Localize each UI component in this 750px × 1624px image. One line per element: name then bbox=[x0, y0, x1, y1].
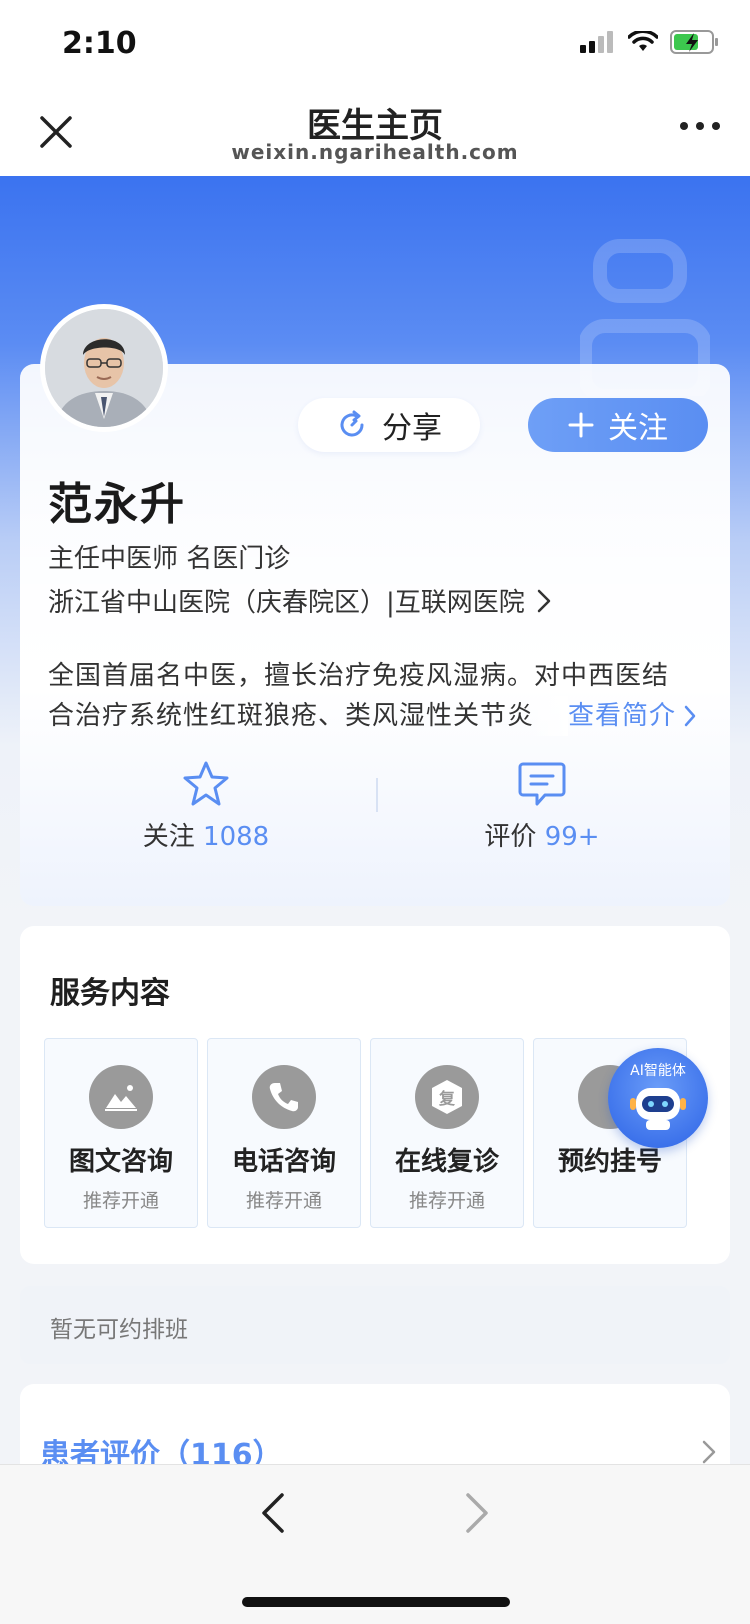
ai-agent-button[interactable]: AI智能体 bbox=[608, 1048, 708, 1148]
back-arrow-icon[interactable] bbox=[258, 1491, 288, 1535]
follow-stat-label: 关注 bbox=[142, 822, 195, 852]
service-name: 在线复诊 bbox=[394, 1147, 499, 1177]
intro-line-1: 全国首届名中医，擅长治疗免疫风湿病。对中西医结 bbox=[48, 661, 670, 691]
wifi-icon bbox=[628, 31, 658, 51]
service-status: 推荐开通 bbox=[408, 1190, 485, 1212]
service-name: 电话咨询 bbox=[231, 1147, 336, 1177]
share-button[interactable]: 分享 bbox=[298, 398, 480, 452]
star-icon bbox=[183, 761, 229, 806]
service-phone-consult[interactable]: 电话咨询 推荐开通 bbox=[207, 1038, 361, 1228]
schedule-status: 暂无可约排班 bbox=[50, 1317, 188, 1343]
battery-charging-icon bbox=[670, 30, 718, 54]
comment-icon bbox=[518, 762, 566, 806]
service-image-text-consult[interactable]: 图文咨询 推荐开通 bbox=[44, 1038, 198, 1228]
phone-icon bbox=[252, 1065, 316, 1129]
doctor-name: 范永升 bbox=[48, 479, 186, 530]
doctor-hospital-link[interactable]: 浙江省中山医院（庆春院区）|互联网医院 bbox=[48, 582, 551, 619]
robot-icon bbox=[630, 1088, 686, 1130]
revisit-icon: 复 bbox=[415, 1065, 479, 1129]
follow-button[interactable]: 关注 bbox=[528, 398, 708, 452]
status-bar: 2:10 bbox=[0, 0, 750, 88]
share-label: 分享 bbox=[382, 411, 442, 446]
review-stat[interactable]: 评价 99+ bbox=[442, 760, 642, 853]
service-name: 图文咨询 bbox=[68, 1147, 173, 1177]
doctor-photo bbox=[45, 309, 163, 427]
services-title: 服务内容 bbox=[50, 976, 170, 1011]
forward-arrow-icon[interactable] bbox=[462, 1491, 492, 1535]
review-stat-text: 评价 99+ bbox=[442, 816, 642, 853]
view-intro-label: 查看简介 bbox=[568, 701, 677, 731]
home-indicator bbox=[242, 1597, 510, 1607]
schedule-card: 暂无可约排班 bbox=[20, 1286, 730, 1364]
status-time: 2:10 bbox=[62, 26, 137, 61]
plus-icon bbox=[568, 412, 594, 438]
service-status: 推荐开通 bbox=[82, 1190, 159, 1212]
chevron-right-icon bbox=[702, 1440, 716, 1464]
status-icons bbox=[580, 30, 720, 54]
browser-bottom-bar bbox=[0, 1464, 750, 1624]
view-intro-link[interactable]: 查看简介 bbox=[568, 696, 696, 736]
intro-line-2: 合治疗系统性红斑狼疮、类风湿性关节炎 查看简介 bbox=[48, 696, 708, 736]
share-icon bbox=[340, 410, 364, 437]
doctor-avatar[interactable] bbox=[40, 304, 168, 432]
page-domain: weixin.ngarihealth.com bbox=[231, 140, 519, 164]
chevron-right-icon bbox=[537, 589, 551, 612]
cellular-signal-icon bbox=[580, 31, 613, 53]
follow-stat[interactable]: 关注 1088 bbox=[106, 760, 306, 853]
stats-divider bbox=[376, 778, 378, 812]
revisit-icon-text: 复 bbox=[438, 1089, 455, 1108]
doctor-title: 主任中医师 名医门诊 bbox=[48, 544, 291, 574]
follow-label: 关注 bbox=[608, 411, 668, 446]
doctor-stats: 关注 1088 评价 99+ bbox=[20, 760, 730, 870]
review-stat-label: 评价 bbox=[484, 822, 537, 852]
follow-stat-text: 关注 1088 bbox=[106, 816, 306, 853]
chevron-right-icon bbox=[684, 705, 696, 727]
image-text-icon bbox=[89, 1065, 153, 1129]
review-count: 99+ bbox=[544, 822, 600, 852]
nav-bar: 医生主页 weixin.ngarihealth.com bbox=[0, 88, 750, 176]
hospital-name: 浙江省中山医院（庆春院区）|互联网医院 bbox=[48, 588, 525, 618]
intro-line-2-text: 合治疗系统性红斑狼疮、类风湿性关节炎 bbox=[48, 696, 568, 736]
follow-count: 1088 bbox=[203, 822, 270, 852]
service-online-revisit[interactable]: 复 在线复诊 推荐开通 bbox=[370, 1038, 524, 1228]
doctor-intro: 全国首届名中医，擅长治疗免疫风湿病。对中西医结 合治疗系统性红斑狼疮、类风湿性关… bbox=[48, 656, 708, 736]
more-menu-icon[interactable] bbox=[680, 122, 720, 130]
service-status: 推荐开通 bbox=[245, 1190, 322, 1212]
